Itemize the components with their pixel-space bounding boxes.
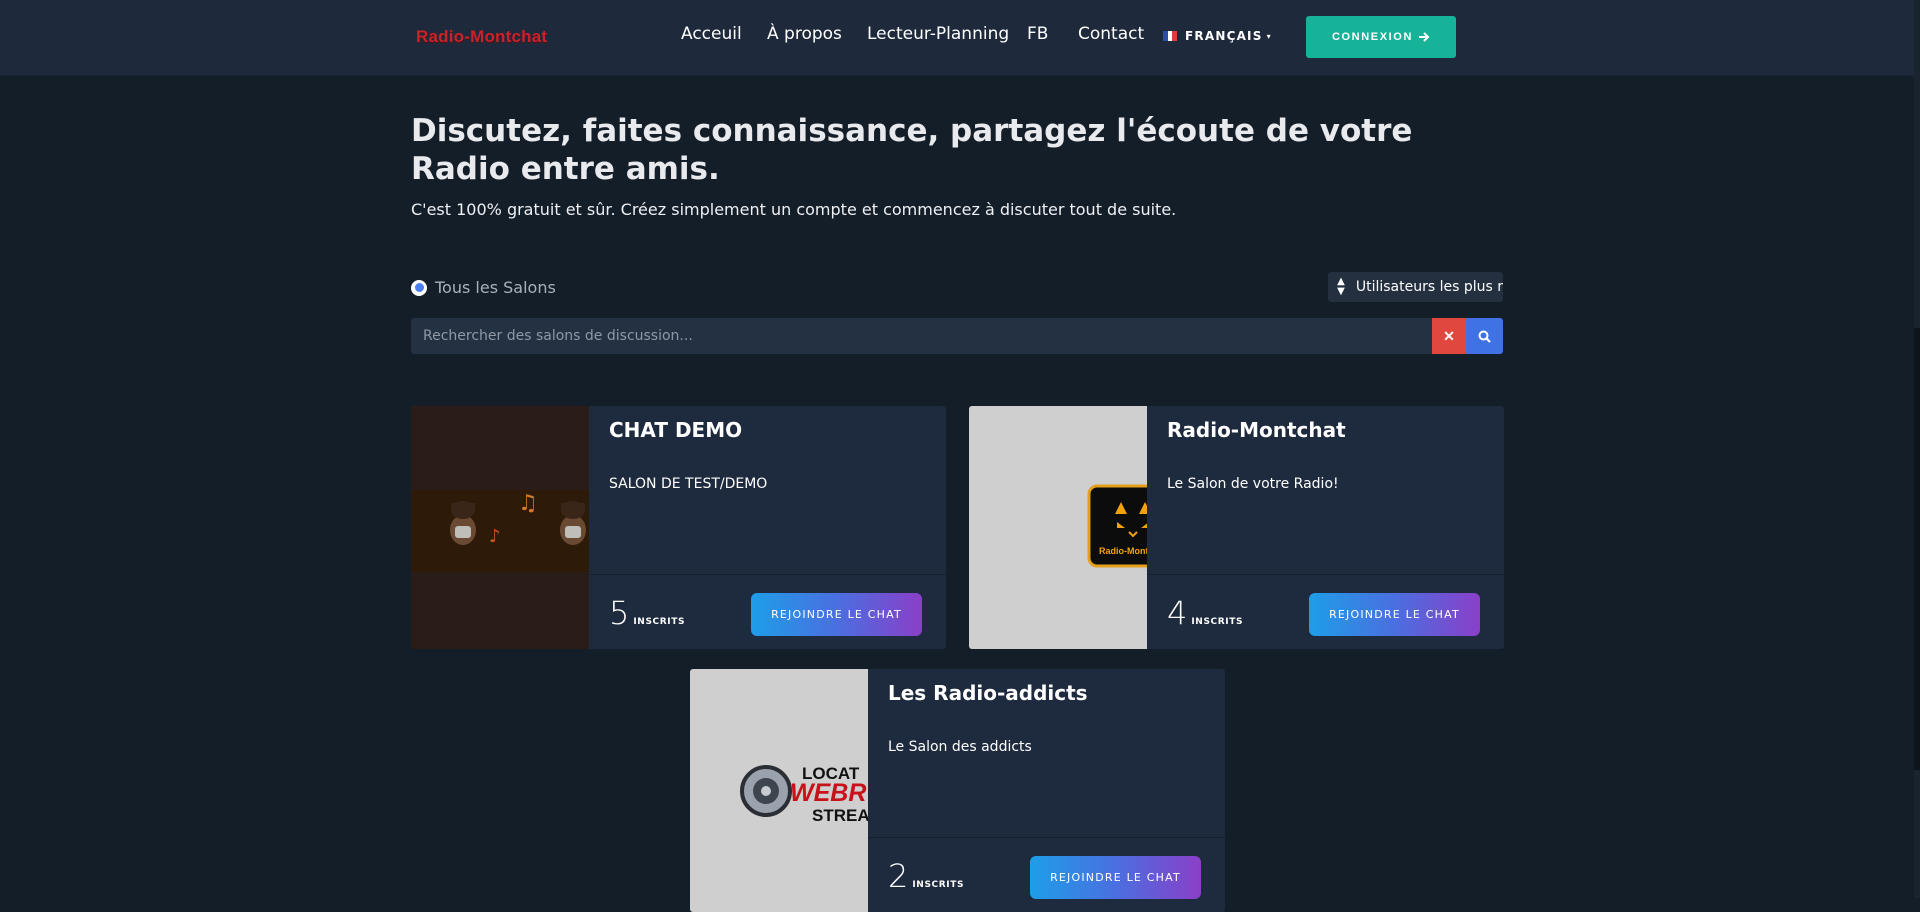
room-card-footer: 2 INSCRITS REJOINDRE LE CHAT <box>868 837 1225 912</box>
page-subtitle: C'est 100% gratuit et sûr. Créez simplem… <box>411 200 1177 219</box>
language-label: FRANÇAIS <box>1185 29 1263 43</box>
svg-text:♪: ♪ <box>489 526 501 547</box>
login-label: CONNEXION <box>1331 31 1414 43</box>
room-description: Le Salon de votre Radio! <box>1167 476 1339 492</box>
nav-item-acceuil[interactable]: Acceuil <box>681 24 742 44</box>
member-count-label: INSCRITS <box>633 617 686 627</box>
caret-down-icon: ▾ <box>1266 31 1272 41</box>
room-title[interactable]: CHAT DEMO <box>609 418 742 442</box>
all-rooms-radio[interactable]: Tous les Salons <box>411 278 556 297</box>
nav-item-a-propos[interactable]: À propos <box>767 24 842 44</box>
room-card-radio-montchat: Radio-Montchat Radio-Montchat Le Salon d… <box>969 406 1504 649</box>
page-title: Discutez, faites connaissance, partagez … <box>411 113 1413 187</box>
search-input[interactable] <box>411 318 1433 354</box>
nav-item-fb[interactable]: FB <box>1027 24 1048 44</box>
thumbnail-logo-text-2: WEBR <box>790 779 866 807</box>
room-thumbnail-image: LOCAT WEBR STREA <box>740 764 868 825</box>
scrollbar-thumb[interactable] <box>1914 328 1920 770</box>
member-count: 5 INSCRITS <box>609 597 685 629</box>
room-card-chat-demo: ♫ ♪ CHAT DEMO SALON DE TEST/DEMO 5 INSCR… <box>411 406 946 649</box>
room-thumbnail-image: Radio-Montchat <box>1087 484 1147 568</box>
top-navbar: Radio-Montchat Acceuil À propos Lecteur-… <box>0 0 1920 76</box>
room-card-body: CHAT DEMO SALON DE TEST/DEMO 5 INSCRITS … <box>589 406 946 649</box>
room-card-body: Les Radio-addicts Le Salon des addicts 2… <box>868 669 1225 912</box>
france-flag-icon <box>1163 31 1178 41</box>
svg-text:♫: ♫ <box>518 491 538 516</box>
page-scrollbar[interactable] <box>1914 0 1920 898</box>
all-rooms-label: Tous les Salons <box>435 278 556 297</box>
room-title[interactable]: Radio-Montchat <box>1167 418 1346 442</box>
member-count: 4 INSCRITS <box>1167 597 1243 629</box>
member-count-number: 5 <box>609 594 630 632</box>
member-count-number: 2 <box>888 857 909 895</box>
clear-search-button[interactable]: ✕ <box>1432 318 1466 354</box>
nav-item-contact[interactable]: Contact <box>1078 24 1144 44</box>
arrow-right-icon <box>1419 32 1430 42</box>
sort-label: Utilisateurs les plus r <box>1355 279 1503 295</box>
member-count-number: 4 <box>1167 594 1188 632</box>
room-title[interactable]: Les Radio-addicts <box>888 681 1088 705</box>
thumbnail-logo-text: Radio-Montchat <box>1099 546 1147 556</box>
room-description: Le Salon des addicts <box>888 739 1032 755</box>
room-thumbnail: LOCAT WEBR STREA <box>690 669 868 912</box>
member-count: 2 INSCRITS <box>888 860 964 892</box>
close-icon: ✕ <box>1443 327 1455 344</box>
member-count-label: INSCRITS <box>912 880 965 890</box>
sort-select[interactable]: ▲ ▼ Utilisateurs les plus r <box>1328 272 1503 302</box>
radio-selected-icon[interactable] <box>411 279 427 296</box>
room-thumbnail: ♫ ♪ <box>411 406 589 649</box>
member-count-label: INSCRITS <box>1191 617 1244 627</box>
nav-item-lecteur-planning[interactable]: Lecteur-Planning <box>867 24 1009 44</box>
room-card-footer: 5 INSCRITS REJOINDRE LE CHAT <box>589 574 946 649</box>
join-chat-button[interactable]: REJOINDRE LE CHAT <box>1309 593 1480 636</box>
room-card-footer: 4 INSCRITS REJOINDRE LE CHAT <box>1147 574 1504 649</box>
join-chat-button[interactable]: REJOINDRE LE CHAT <box>751 593 922 636</box>
thumbnail-logo-text-3: STREA <box>812 806 868 825</box>
join-chat-button[interactable]: REJOINDRE LE CHAT <box>1030 856 1201 899</box>
room-card-radio-addicts: LOCAT WEBR STREA Les Radio-addicts Le Sa… <box>690 669 1225 912</box>
room-thumbnail: Radio-Montchat <box>969 406 1147 649</box>
search-button[interactable] <box>1466 318 1503 354</box>
sort-icon: ▲ ▼ <box>1337 276 1345 297</box>
site-logo[interactable]: Radio-Montchat <box>416 27 547 47</box>
login-button[interactable]: CONNEXION <box>1306 16 1456 58</box>
room-description: SALON DE TEST/DEMO <box>609 476 768 492</box>
search-icon <box>1478 330 1491 343</box>
language-selector[interactable]: FRANÇAIS ▾ <box>1163 29 1272 43</box>
room-card-body: Radio-Montchat Le Salon de votre Radio! … <box>1147 406 1504 649</box>
room-thumbnail-image: ♫ ♪ <box>411 490 589 572</box>
